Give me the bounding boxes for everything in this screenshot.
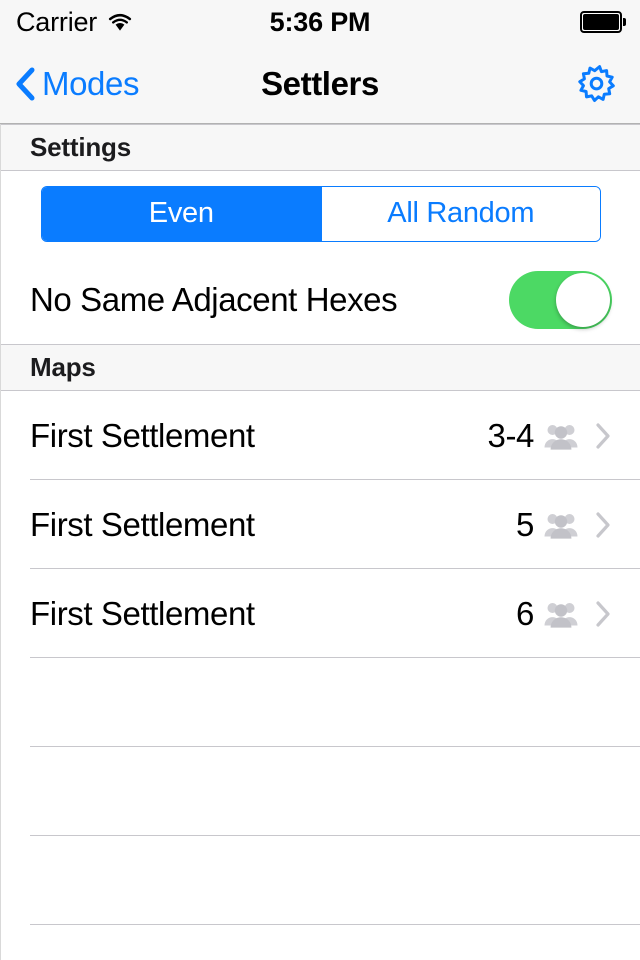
empty-table-row (0, 925, 640, 960)
segment-even[interactable]: Even (42, 186, 321, 241)
people-group-icon (544, 600, 578, 628)
player-count-label: 3-4 (487, 416, 535, 454)
map-title: First Settlement (30, 416, 255, 454)
chevron-right-icon (594, 599, 612, 629)
table-row[interactable]: First Settlement 6 (0, 569, 640, 658)
gear-icon[interactable] (572, 61, 618, 107)
section-header-maps: Maps (0, 344, 640, 391)
map-title: First Settlement (30, 505, 255, 543)
no-same-adjacent-hexes-toggle[interactable] (509, 271, 612, 329)
people-group-icon (544, 511, 578, 539)
no-same-adjacent-hexes-label: No Same Adjacent Hexes (30, 281, 398, 318)
table-row[interactable]: First Settlement 5 (0, 480, 640, 569)
clock-label: 5:36 PM (269, 6, 371, 37)
status-bar-right (580, 0, 626, 44)
status-bar-center: 5:36 PM (0, 0, 640, 44)
player-count-label: 5 (516, 505, 534, 543)
segment-all-random[interactable]: All Random (320, 186, 600, 241)
toggle-knob (556, 273, 610, 327)
empty-table-row (0, 836, 640, 925)
status-bar: Carrier 5:36 PM (0, 0, 640, 44)
page-title: Settlers (261, 64, 379, 102)
navigation-bar: Modes Settlers (0, 44, 640, 124)
map-row-accessory: 3-4 (488, 417, 613, 455)
map-title: First Settlement (30, 594, 255, 632)
section-header-settings: Settings (0, 124, 640, 171)
distribution-segmented-control[interactable]: Even All Random (41, 185, 601, 242)
table-left-edge (0, 124, 1, 960)
battery-full-icon (580, 11, 626, 33)
section-header-label: Maps (30, 352, 96, 382)
no-same-adjacent-hexes-row[interactable]: No Same Adjacent Hexes (0, 256, 640, 344)
map-row-accessory: 5 (516, 506, 612, 544)
app-screen: Carrier 5:36 PM Modes Settlers Settings … (0, 0, 640, 960)
chevron-right-icon (594, 421, 612, 451)
map-row-accessory: 6 (516, 595, 612, 633)
table-row[interactable]: First Settlement 3-4 (0, 391, 640, 480)
segmented-control-row: Even All Random (0, 171, 640, 256)
section-header-label: Settings (30, 132, 131, 162)
chevron-right-icon (594, 510, 612, 540)
player-count-label: 6 (516, 594, 534, 632)
empty-table-row (0, 747, 640, 836)
people-group-icon (544, 422, 578, 450)
empty-table-row (0, 658, 640, 747)
